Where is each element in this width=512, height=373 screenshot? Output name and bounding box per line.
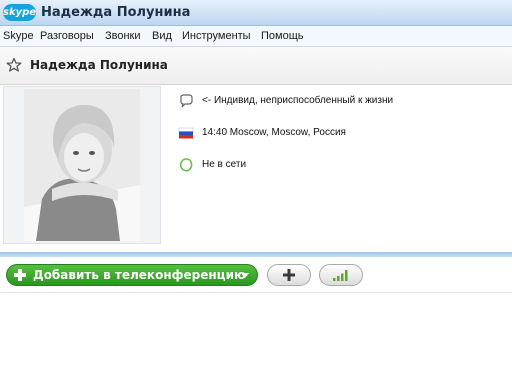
menu-calls[interactable]: Звонки <box>105 30 141 42</box>
menu-bar: Skype Разговоры Звонки Вид Инструменты П… <box>0 26 512 47</box>
skype-logo: skype <box>3 4 36 21</box>
menu-skype[interactable]: Skype <box>3 30 34 42</box>
offline-status-icon <box>179 158 193 172</box>
contact-name: Надежда Полунина <box>30 58 168 72</box>
avatar-frame <box>3 86 161 244</box>
add-to-conference-label: Добавить в телеконференцию <box>33 268 246 282</box>
local-time: 14:40 Moscow, Moscow, Россия <box>202 127 346 138</box>
add-to-conference-button[interactable]: Добавить в телеконференцию <box>6 264 258 286</box>
add-contact-button[interactable] <box>267 264 311 286</box>
plus-icon <box>14 269 26 281</box>
menu-tools[interactable]: Инструменты <box>182 30 251 42</box>
call-quality-button[interactable] <box>319 264 363 286</box>
star-icon[interactable] <box>6 57 22 73</box>
signal-bars-icon <box>333 270 348 281</box>
mood-message: <- Индивид, неприспособленный к жизни <box>202 95 394 106</box>
menu-view[interactable]: Вид <box>152 30 172 42</box>
contact-header: Надежда Полунина <box>0 47 512 85</box>
menu-conversations[interactable]: Разговоры <box>40 30 94 42</box>
speech-bubble-icon <box>180 94 193 108</box>
russia-flag-icon <box>178 127 194 139</box>
avatar <box>24 89 140 241</box>
title-bar: skype Надежда Полунина <box>0 0 512 26</box>
window-title: Надежда Полунина <box>41 5 191 20</box>
action-bar: Добавить в телеконференцию <box>0 257 512 293</box>
plus-icon <box>283 269 295 281</box>
avatar-photo <box>24 89 140 241</box>
chevron-down-icon[interactable] <box>241 273 249 278</box>
menu-help[interactable]: Помощь <box>261 30 304 42</box>
online-status: Не в сети <box>202 159 247 170</box>
